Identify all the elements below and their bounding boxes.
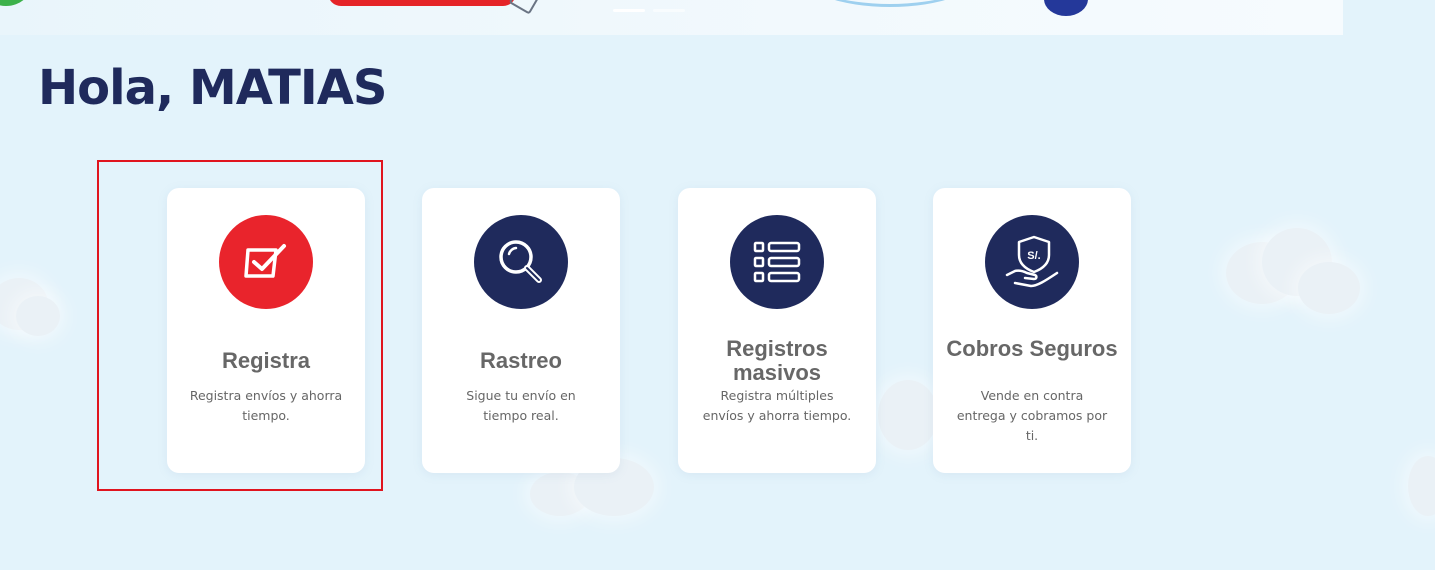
card-title: Rastreo <box>480 348 562 373</box>
banner-red-button[interactable] <box>328 0 516 6</box>
shield-hand-icon: S/. <box>985 215 1079 309</box>
card-registros-masivos[interactable]: Registros masivos Registra múltiples env… <box>678 188 876 473</box>
banner-package-icon <box>508 0 540 15</box>
card-title: Registros masivos <box>726 336 828 385</box>
cloud-decoration <box>878 380 938 450</box>
carousel-indicators <box>613 9 685 12</box>
card-description: Registra múltiples envíos y ahorra tiemp… <box>702 388 852 423</box>
selection-highlight <box>97 160 383 491</box>
card-description: Vende en contra entrega y cobramos por t… <box>956 388 1108 443</box>
cloud-decoration <box>1298 262 1360 314</box>
card-title: Cobros Seguros <box>946 336 1118 361</box>
carousel-dot[interactable] <box>653 9 685 12</box>
list-icon <box>730 215 824 309</box>
card-description: Sigue tu envío en tiempo real. <box>466 388 576 423</box>
magnifier-icon <box>474 215 568 309</box>
promo-banner[interactable] <box>0 0 1343 35</box>
greeting-heading: Hola, MATIAS <box>38 60 387 116</box>
banner-green-shape <box>0 0 32 6</box>
card-cobros-seguros[interactable]: S/. Cobros Seguros Vende en contra entre… <box>933 188 1131 473</box>
carousel-dot-active[interactable] <box>613 9 645 12</box>
cloud-decoration <box>1408 456 1435 516</box>
currency-symbol: S/. <box>1027 250 1040 262</box>
card-rastreo[interactable]: Rastreo Sigue tu envío en tiempo real. <box>422 188 620 473</box>
cloud-decoration <box>16 296 60 336</box>
banner-decoration <box>800 0 980 7</box>
banner-blue-shape <box>1044 0 1088 16</box>
